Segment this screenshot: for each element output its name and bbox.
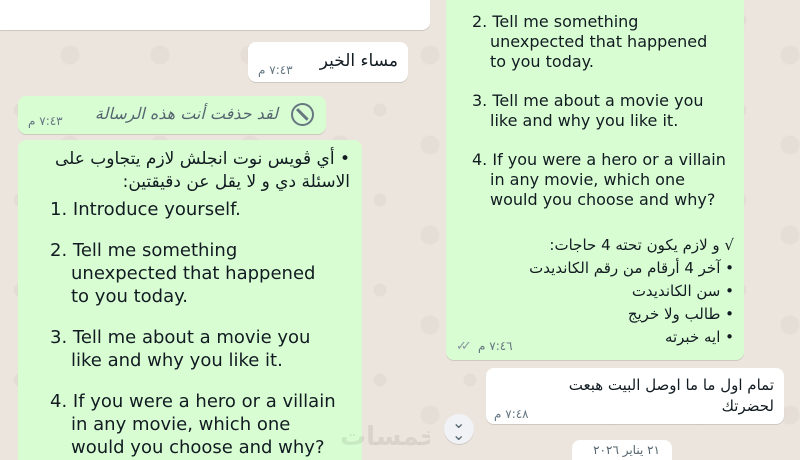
greeting-message-bubble[interactable]: مساء الخير ٧:٤٣ م — [248, 42, 408, 82]
question-1: 1. Introduce yourself. — [50, 199, 241, 220]
cont-question-4-line-2: in any movie, which one — [490, 170, 685, 189]
deleted-message-bubble[interactable]: لقد حذفت أنت هذه الرسالة ٧:٤٣ م — [18, 96, 326, 134]
requirement-3: • طالب ولا خريج — [627, 305, 734, 323]
question-2-line-2: unexpected that happened — [71, 263, 316, 284]
greeting-message-time: ٧:٤٣ م — [258, 63, 293, 77]
scroll-down-button[interactable]: ⌄ ⌄ — [444, 414, 474, 444]
partial-message-bubble — [0, 0, 430, 30]
watermark-logo: خمسات — [340, 422, 430, 452]
cont-question-3-line-1: 3. Tell me about a movie you — [472, 91, 704, 110]
question-4-line-2: in any movie, which one — [71, 414, 291, 435]
question-3-line-1: 3. Tell me about a movie you — [50, 327, 311, 348]
requirements-list: √ و لازم يكون تحته 4 حاجات: • آخر 4 أرقا… — [529, 234, 734, 349]
requirement-1: • آخر 4 أرقام من رقم الكانديدت — [529, 259, 734, 277]
date-label-text: ٢١ يناير ٢٠٢٦ — [593, 443, 660, 457]
reply-message-time: ٧:٤٨ م — [494, 407, 529, 421]
question-4-line-3: would you choose and why? — [71, 437, 325, 458]
cont-question-4-line-3: would you choose and why? — [490, 190, 716, 209]
question-3-line-2: like and why you like it. — [71, 350, 283, 371]
greeting-message-text: مساء الخير — [319, 51, 398, 71]
reply-message-text: تمام اول ما ما اوصل البيت هبعت لحضرتك — [569, 375, 774, 417]
cont-question-2-line-2: unexpected that happened — [490, 32, 708, 51]
date-label-chip: ٢١ يناير ٢٠٢٦ — [572, 440, 672, 460]
cont-question-4-line-1: 4. If you were a hero or a villain — [472, 150, 726, 169]
chevron-double-down-icon: ⌄ ⌄ — [452, 413, 466, 444]
requirements-title: √ و لازم يكون تحته 4 حاجات: — [549, 236, 734, 254]
instructions-intro: • أي ڤويس نوت انجلش لازم يتجاوب على الاس… — [55, 148, 350, 194]
cont-question-2-line-3: to you today. — [490, 52, 594, 71]
intro-line-1: أي ڤويس نوت انجلش لازم يتجاوب على — [54, 149, 335, 169]
question-2-line-3: to you today. — [71, 286, 188, 307]
question-2-line-1: 2. Tell me something — [50, 240, 238, 261]
deleted-message-time: ٧:٤٣ م — [28, 114, 63, 128]
instructions-continued-bubble[interactable]: 2. Tell me something unexpected that hap… — [446, 0, 744, 360]
bullet-glyph: • — [339, 149, 350, 169]
instructions-continued-time: ٧:٤٦ م — [478, 339, 513, 353]
deleted-message-text: لقد حذفت أنت هذه الرسالة — [94, 104, 278, 123]
chat-pane-left: مساء الخير ٧:٤٣ م لقد حذفت أنت هذه الرسا… — [0, 0, 430, 460]
reply-line-2: لحضرتك — [721, 397, 774, 415]
instructions-message-bubble[interactable]: • أي ڤويس نوت انجلش لازم يتجاوب على الاس… — [18, 140, 430, 460]
question-4-line-1: 4. If you were a hero or a villain — [50, 391, 336, 412]
reply-message-bubble[interactable]: تمام اول ما ما اوصل البيت هبعت لحضرتك ٧:… — [486, 368, 784, 424]
deleted-prohibited-icon — [291, 103, 314, 126]
cont-question-3-line-2: like and why you like it. — [490, 111, 679, 130]
double-check-icon: ✓✓ — [456, 339, 472, 354]
requirement-4: • ايه خبرته — [664, 328, 734, 346]
chat-pane-right: 2. Tell me something unexpected that hap… — [430, 0, 800, 460]
instructions-questions: 1. Introduce yourself. 2. Tell me someth… — [50, 198, 336, 459]
reply-line-1: تمام اول ما ما اوصل البيت هبعت — [568, 376, 774, 394]
cont-question-2-line-1: 2. Tell me something — [472, 12, 639, 31]
continued-questions: 2. Tell me something unexpected that hap… — [472, 12, 726, 210]
requirement-2: • سن الكانديدت — [631, 282, 734, 300]
intro-line-2: الاسئلة دي و لا يقل عن دقيقتين: — [122, 172, 350, 192]
